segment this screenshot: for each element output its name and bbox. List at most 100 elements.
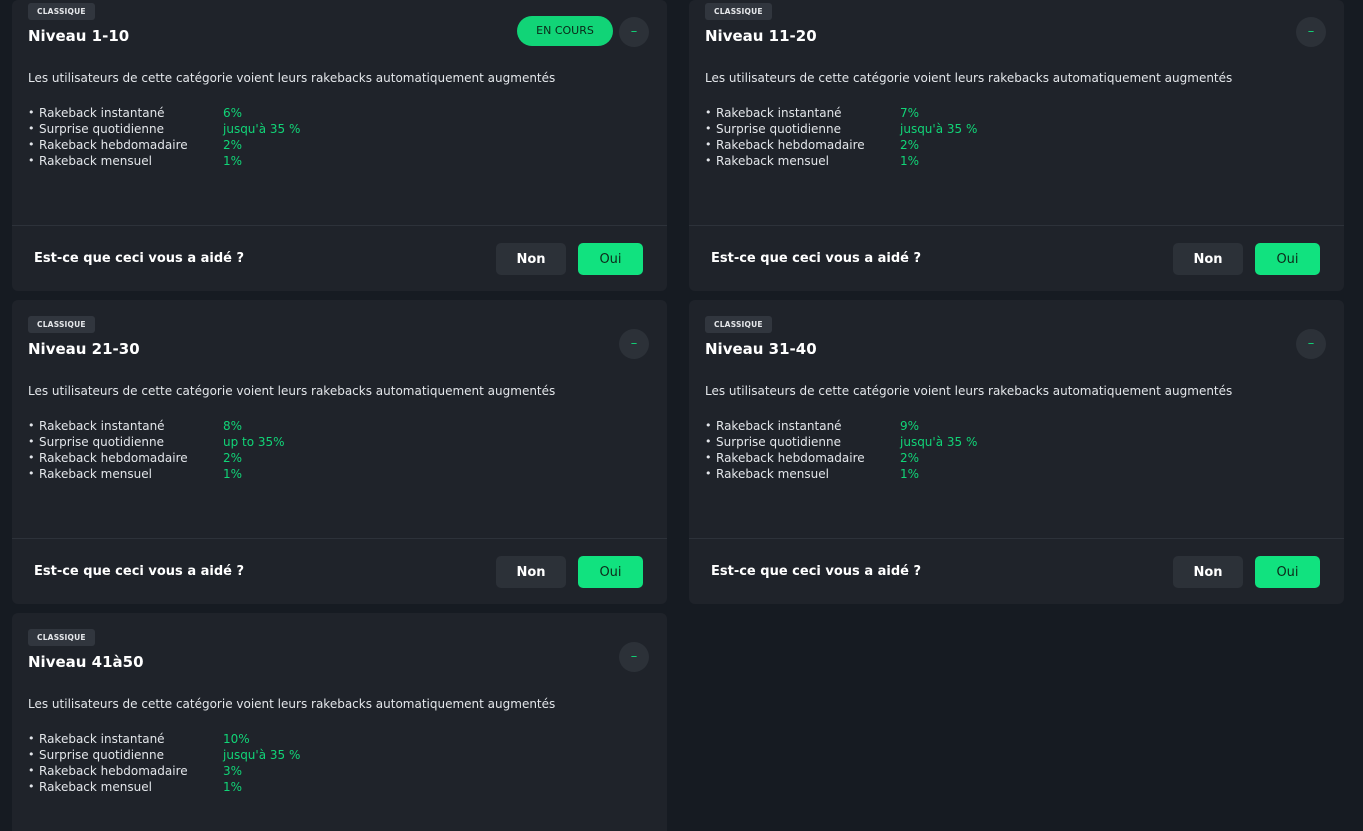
benefits-list: • Rakeback instantané 7% • Surprise quotidi…	[705, 105, 977, 169]
benefit-item: • Rakeback instantané 6%	[28, 105, 300, 121]
category-tag: CLASSIQUE	[28, 629, 95, 646]
no-button[interactable]: Non	[496, 243, 566, 275]
benefit-label: Rakeback mensuel	[39, 154, 152, 168]
minus-icon: –	[630, 336, 638, 351]
benefit-value: 2%	[900, 451, 920, 465]
category-tag: CLASSIQUE	[28, 3, 95, 20]
bullet-icon: •	[28, 451, 35, 464]
benefit-label: Rakeback mensuel	[716, 467, 829, 481]
bullet-icon: •	[28, 467, 35, 480]
benefit-item: • Rakeback instantané 7%	[705, 105, 977, 121]
benefit-value: 2%	[900, 138, 920, 152]
benefit-item: • Rakeback hebdomadaire 2%	[705, 450, 977, 466]
benefit-value: 10%	[223, 732, 250, 746]
benefit-item: • Surprise quotidienne jusqu'à 35 %	[705, 434, 977, 450]
collapse-button[interactable]: –	[1296, 329, 1326, 359]
feedback-question: Est-ce que ceci vous a aidé ?	[711, 564, 922, 579]
collapse-button[interactable]: –	[619, 17, 649, 47]
benefit-item: • Surprise quotidienne jusqu'à 35 %	[705, 121, 977, 137]
no-button[interactable]: Non	[1173, 243, 1243, 275]
minus-icon: –	[1307, 24, 1315, 39]
minus-icon: –	[1307, 336, 1315, 351]
benefit-item: • Rakeback hebdomadaire 2%	[28, 137, 300, 153]
benefit-value: 1%	[223, 154, 243, 168]
no-button[interactable]: Non	[1173, 556, 1243, 588]
benefit-item: • Rakeback mensuel 1%	[28, 466, 285, 482]
benefit-label: Surprise quotidienne	[716, 122, 842, 136]
feedback-bar: Est-ce que ceci vous a aidé ? Non Oui	[689, 225, 1344, 291]
level-title: Niveau 11-20	[705, 27, 817, 45]
minus-icon: –	[630, 649, 638, 664]
level-card-31-40: CLASSIQUE Niveau 31-40 – Les utilisateur…	[689, 300, 1344, 604]
benefit-label: Rakeback instantané	[39, 106, 165, 120]
benefit-label: Rakeback instantané	[716, 106, 842, 120]
level-title: Niveau 21-30	[28, 340, 140, 358]
category-tag: CLASSIQUE	[705, 316, 772, 333]
benefit-label: Surprise quotidienne	[716, 435, 842, 449]
benefit-value: 8%	[223, 419, 243, 433]
collapse-button[interactable]: –	[619, 329, 649, 359]
benefit-item: • Surprise quotidienne jusqu'à 35 %	[28, 121, 300, 137]
benefit-value: 1%	[900, 467, 920, 481]
level-description: Les utilisateurs de cette catégorie voie…	[705, 384, 1233, 398]
yes-button[interactable]: Oui	[578, 243, 643, 275]
benefit-label: Rakeback instantané	[716, 419, 842, 433]
no-button[interactable]: Non	[496, 556, 566, 588]
feedback-bar: Est-ce que ceci vous a aidé ? Non Oui	[12, 538, 667, 604]
level-card-21-30: CLASSIQUE Niveau 21-30 – Les utilisateur…	[12, 300, 667, 604]
level-title: Niveau 31-40	[705, 340, 817, 358]
benefit-value: 3%	[223, 764, 243, 778]
level-cards-grid: CLASSIQUE Niveau 1-10 EN COURS – Les uti…	[0, 0, 1363, 831]
benefits-list: • Rakeback instantané 10% • Surprise quotid…	[28, 731, 300, 795]
level-description: Les utilisateurs de cette catégorie voie…	[28, 71, 556, 85]
yes-button[interactable]: Oui	[578, 556, 643, 588]
benefits-list: • Rakeback instantané 6% • Surprise quotidi…	[28, 105, 300, 169]
benefit-label: Rakeback instantané	[39, 732, 165, 746]
bullet-icon: •	[28, 780, 35, 793]
benefit-item: • Rakeback mensuel 1%	[705, 153, 977, 169]
benefit-value: jusqu'à 35 %	[223, 122, 301, 136]
bullet-icon: •	[28, 419, 35, 432]
minus-icon: –	[630, 24, 638, 39]
category-tag: CLASSIQUE	[28, 316, 95, 333]
benefit-label: Rakeback hebdomadaire	[716, 451, 865, 465]
benefit-item: • Surprise quotidienne up to 35%	[28, 434, 285, 450]
yes-button[interactable]: Oui	[1255, 556, 1320, 588]
benefit-item: • Rakeback hebdomadaire 2%	[28, 450, 285, 466]
level-card-1-10: CLASSIQUE Niveau 1-10 EN COURS – Les uti…	[12, 0, 667, 291]
feedback-bar: Est-ce que ceci vous a aidé ? Non Oui	[12, 225, 667, 291]
bullet-icon: •	[28, 122, 35, 135]
feedback-question: Est-ce que ceci vous a aidé ?	[34, 251, 245, 266]
level-description: Les utilisateurs de cette catégorie voie…	[28, 697, 556, 711]
bullet-icon: •	[705, 138, 712, 151]
benefit-value: 1%	[223, 467, 243, 481]
benefit-value: 1%	[900, 154, 920, 168]
benefit-item: • Rakeback hebdomadaire 3%	[28, 763, 300, 779]
benefit-label: Rakeback mensuel	[39, 467, 152, 481]
benefit-label: Rakeback mensuel	[39, 780, 152, 794]
benefit-value: 2%	[223, 451, 243, 465]
level-card-41-50: CLASSIQUE Niveau 41à50 – Les utilisateur…	[12, 613, 667, 831]
bullet-icon: •	[705, 467, 712, 480]
level-card-11-20: CLASSIQUE Niveau 11-20 – Les utilisateur…	[689, 0, 1344, 291]
bullet-icon: •	[28, 748, 35, 761]
level-title: Niveau 41à50	[28, 653, 144, 671]
benefit-value: 6%	[223, 106, 243, 120]
collapse-button[interactable]: –	[1296, 17, 1326, 47]
benefit-label: Surprise quotidienne	[39, 122, 165, 136]
benefit-value: jusqu'à 35 %	[223, 748, 301, 762]
benefits-list: • Rakeback instantané 8% • Surprise quotidi…	[28, 418, 285, 482]
level-description: Les utilisateurs de cette catégorie voie…	[705, 71, 1233, 85]
bullet-icon: •	[705, 122, 712, 135]
benefit-item: • Surprise quotidienne jusqu'à 35 %	[28, 747, 300, 763]
bullet-icon: •	[28, 106, 35, 119]
benefit-label: Rakeback hebdomadaire	[39, 451, 188, 465]
benefit-value: jusqu'à 35 %	[900, 435, 978, 449]
bullet-icon: •	[28, 435, 35, 448]
bullet-icon: •	[705, 451, 712, 464]
benefit-value: 9%	[900, 419, 920, 433]
yes-button[interactable]: Oui	[1255, 243, 1320, 275]
benefit-item: • Rakeback instantané 9%	[705, 418, 977, 434]
collapse-button[interactable]: –	[619, 642, 649, 672]
feedback-question: Est-ce que ceci vous a aidé ?	[34, 564, 245, 579]
